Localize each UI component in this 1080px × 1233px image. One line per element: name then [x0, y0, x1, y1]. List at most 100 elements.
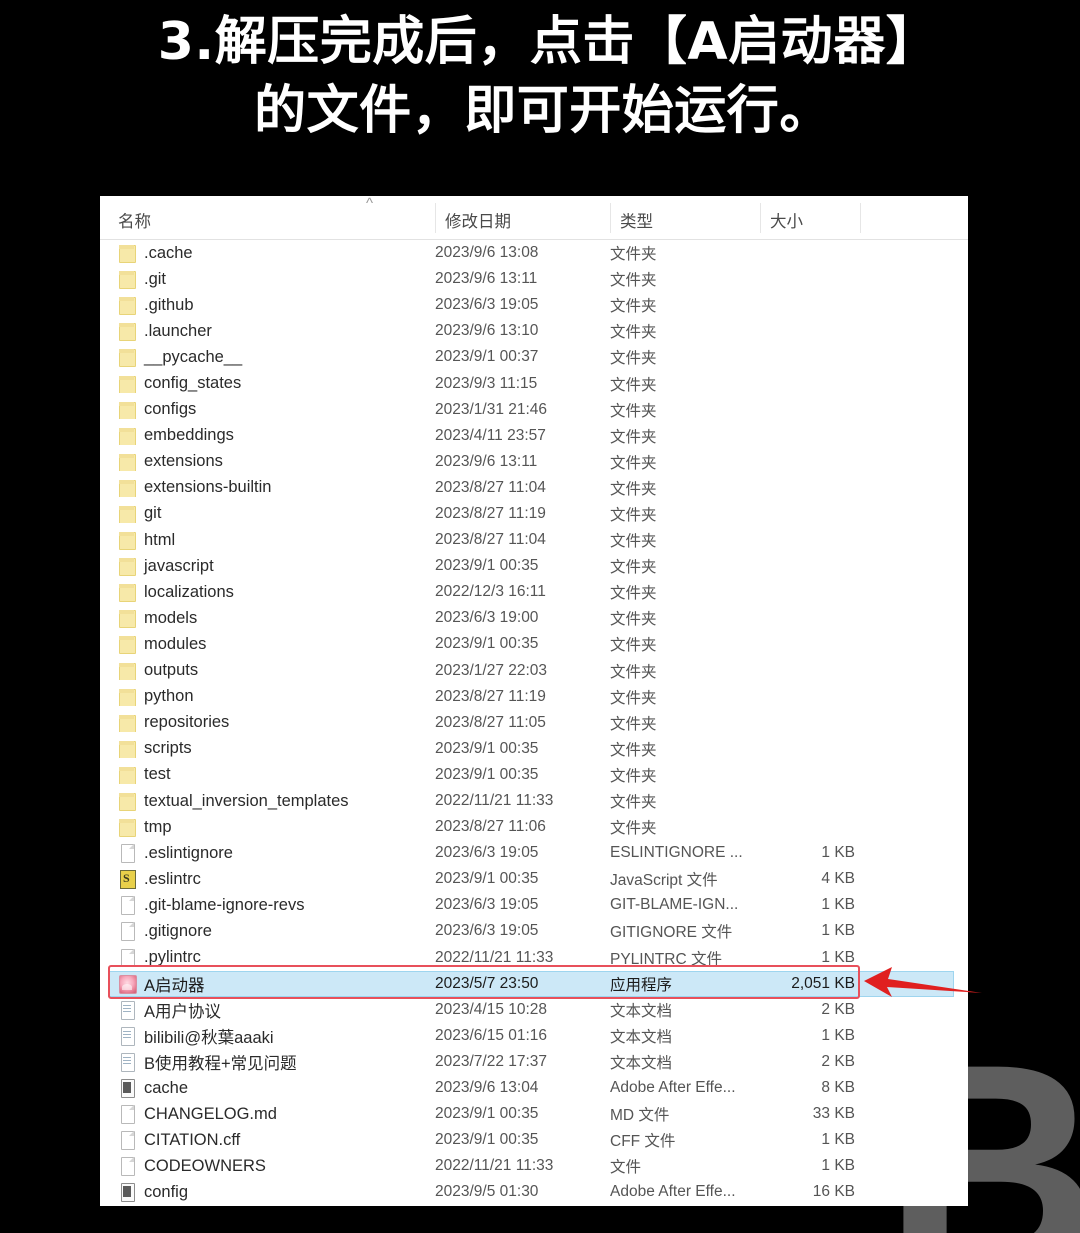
cell-name[interactable]: config_states: [100, 374, 435, 394]
cell-type: 文件夹: [610, 585, 657, 603]
file-row[interactable]: .eslintignore 2023/6/3 19:05 ESLINTIGNORE …: [100, 840, 968, 866]
file-row[interactable]: .git 2023/9/6 13:11 文件夹: [100, 266, 968, 292]
cell-name[interactable]: config: [100, 1183, 435, 1202]
file-row[interactable]: models 2023/6/3 19:00 文件夹: [100, 605, 968, 631]
cell-name[interactable]: __pycache__: [100, 348, 435, 367]
cell-date-modified: 2023/1/31 21:46: [435, 400, 548, 418]
file-row[interactable]: B使用教程+常见问题 2023/7/22 17:37 文本文档 2 KB: [100, 1049, 968, 1075]
column-header-size[interactable]: 大小: [770, 208, 803, 232]
cell-name[interactable]: javascript: [100, 557, 435, 576]
file-row[interactable]: cache 2023/9/6 13:04 Adobe After Effe... 8 …: [100, 1075, 968, 1101]
cell-name[interactable]: modules: [100, 635, 435, 654]
file-row[interactable]: .launcher 2023/9/6 13:10 文件夹: [100, 318, 968, 344]
folder-icon: [118, 479, 136, 498]
file-row[interactable]: html 2023/8/27 11:04 文件夹: [100, 527, 968, 553]
cell-name[interactable]: B使用教程+常见问题: [100, 1050, 435, 1074]
file-row[interactable]: scripts 2023/9/1 00:35 文件夹: [100, 736, 968, 762]
cell-name[interactable]: python: [100, 687, 435, 707]
cell-name[interactable]: .pylintrc: [100, 948, 435, 968]
file-row[interactable]: .eslintrc 2023/9/1 00:35 JavaScript 文件 4 KB: [100, 866, 968, 892]
column-divider[interactable]: [760, 203, 761, 233]
column-header-row: ^ 名称 修改日期 类型 大小: [100, 196, 968, 240]
cell-name[interactable]: CITATION.cff: [100, 1131, 435, 1150]
file-row[interactable]: configs 2023/1/31 21:46 文件夹: [100, 397, 968, 423]
column-divider[interactable]: [610, 203, 611, 233]
file-row[interactable]: .git-blame-ignore-revs 2023/6/3 19:05 GIT-…: [100, 892, 968, 918]
cell-name[interactable]: models: [100, 609, 435, 628]
cell-size: 16 KB: [812, 1183, 855, 1201]
file-row[interactable]: javascript 2023/9/1 00:35 文件夹: [100, 553, 968, 579]
file-row[interactable]: CHANGELOG.md 2023/9/1 00:35 MD 文件 33 KB: [100, 1101, 968, 1127]
file-name-label: CODEOWNERS: [144, 1156, 266, 1175]
column-divider[interactable]: [860, 203, 861, 233]
cell-name[interactable]: .launcher: [100, 322, 435, 341]
file-row[interactable]: extensions-builtin 2023/8/27 11:04 文件夹: [100, 475, 968, 501]
cell-name[interactable]: extensions: [100, 452, 435, 472]
file-row[interactable]: __pycache__ 2023/9/1 00:37 文件夹: [100, 344, 968, 370]
cell-name[interactable]: scripts: [100, 739, 435, 759]
cell-name[interactable]: cache: [100, 1079, 435, 1098]
file-row[interactable]: modules 2023/9/1 00:35 文件夹: [100, 631, 968, 657]
cell-name[interactable]: .github: [100, 296, 435, 315]
cell-name[interactable]: html: [100, 531, 435, 550]
column-header-name[interactable]: 名称: [118, 208, 151, 232]
cell-type: PYLINTRC 文件: [610, 950, 722, 968]
cell-size: 1 KB: [821, 844, 855, 862]
cell-name[interactable]: extensions-builtin: [100, 478, 435, 498]
cell-name[interactable]: .gitignore: [100, 922, 435, 941]
cell-name[interactable]: tmp: [100, 818, 435, 837]
file-row[interactable]: test 2023/9/1 00:35 文件夹: [100, 762, 968, 788]
cell-type: 文件夹: [610, 794, 657, 812]
file-name-label: repositories: [144, 713, 230, 732]
cell-name[interactable]: outputs: [100, 661, 435, 681]
cell-name[interactable]: git: [100, 504, 435, 524]
file-row[interactable]: CODEOWNERS 2022/11/21 11:33 文件 1 KB: [100, 1153, 968, 1179]
column-header-type[interactable]: 类型: [620, 208, 653, 232]
cell-name[interactable]: bilibili@秋葉aaaki: [100, 1024, 435, 1048]
cell-name[interactable]: repositories: [100, 713, 435, 733]
cell-name[interactable]: localizations: [100, 583, 435, 602]
file-row[interactable]: config 2023/9/5 01:30 Adobe After Effe... 1…: [100, 1179, 968, 1205]
file-row[interactable]: .gitignore 2023/6/3 19:05 GITIGNORE 文件 1 KB: [100, 918, 968, 944]
cell-type: 文件夹: [610, 689, 657, 707]
cell-name[interactable]: .eslintrc: [100, 870, 435, 889]
cell-name[interactable]: .git: [100, 270, 435, 289]
cell-name[interactable]: A启动器: [100, 972, 435, 996]
file-row[interactable]: repositories 2023/8/27 11:05 文件夹: [100, 710, 968, 736]
file-row[interactable]: embeddings 2023/4/11 23:57 文件夹: [100, 423, 968, 449]
text-document-icon: [118, 1052, 135, 1072]
cell-name[interactable]: CHANGELOG.md: [100, 1105, 435, 1124]
column-divider[interactable]: [435, 203, 436, 233]
cell-name[interactable]: embeddings: [100, 426, 435, 446]
file-row[interactable]: A用户协议 2023/4/15 10:28 文本文档 2 KB: [100, 997, 968, 1023]
cell-date-modified: 2022/12/3 16:11: [435, 583, 546, 601]
column-header-date-modified[interactable]: 修改日期: [445, 208, 511, 232]
file-row[interactable]: git 2023/8/27 11:19 文件夹: [100, 501, 968, 527]
cell-type: MD 文件: [610, 1107, 670, 1125]
file-row[interactable]: .cache 2023/9/6 13:08 文件夹: [100, 240, 968, 266]
file-icon: [118, 1105, 135, 1124]
file-row[interactable]: .github 2023/6/3 19:05 文件夹: [100, 292, 968, 318]
cell-name[interactable]: .eslintignore: [100, 844, 435, 863]
folder-icon: [118, 740, 136, 759]
file-name-label: tmp: [144, 817, 172, 836]
file-row[interactable]: config_states 2023/9/3 11:15 文件夹: [100, 370, 968, 396]
file-row[interactable]: extensions 2023/9/6 13:11 文件夹: [100, 449, 968, 475]
file-row[interactable]: outputs 2023/1/27 22:03 文件夹: [100, 658, 968, 684]
file-row[interactable]: python 2023/8/27 11:19 文件夹: [100, 684, 968, 710]
file-name-label: outputs: [144, 661, 199, 680]
file-row[interactable]: CITATION.cff 2023/9/1 00:35 CFF 文件 1 KB: [100, 1127, 968, 1153]
file-row[interactable]: bilibili@秋葉aaaki 2023/6/15 01:16 文本文档 1 KB: [100, 1023, 968, 1049]
file-row-selected[interactable]: A启动器 2023/5/7 23:50 应用程序 2,051 KB: [100, 970, 968, 997]
file-row[interactable]: tmp 2023/8/27 11:06 文件夹: [100, 814, 968, 840]
file-row[interactable]: localizations 2022/12/3 16:11 文件夹: [100, 579, 968, 605]
cell-name[interactable]: textual_inversion_templates: [100, 792, 435, 811]
cell-name[interactable]: test: [100, 765, 435, 785]
file-row[interactable]: .pylintrc 2022/11/21 11:33 PYLINTRC 文件 1 KB: [100, 945, 968, 971]
file-row[interactable]: textual_inversion_templates 2022/11/21 11…: [100, 788, 968, 814]
cell-name[interactable]: configs: [100, 400, 435, 420]
cell-name[interactable]: A用户协议: [100, 998, 435, 1022]
cell-name[interactable]: .git-blame-ignore-revs: [100, 896, 435, 915]
cell-name[interactable]: CODEOWNERS: [100, 1157, 435, 1176]
cell-name[interactable]: .cache: [100, 244, 435, 263]
